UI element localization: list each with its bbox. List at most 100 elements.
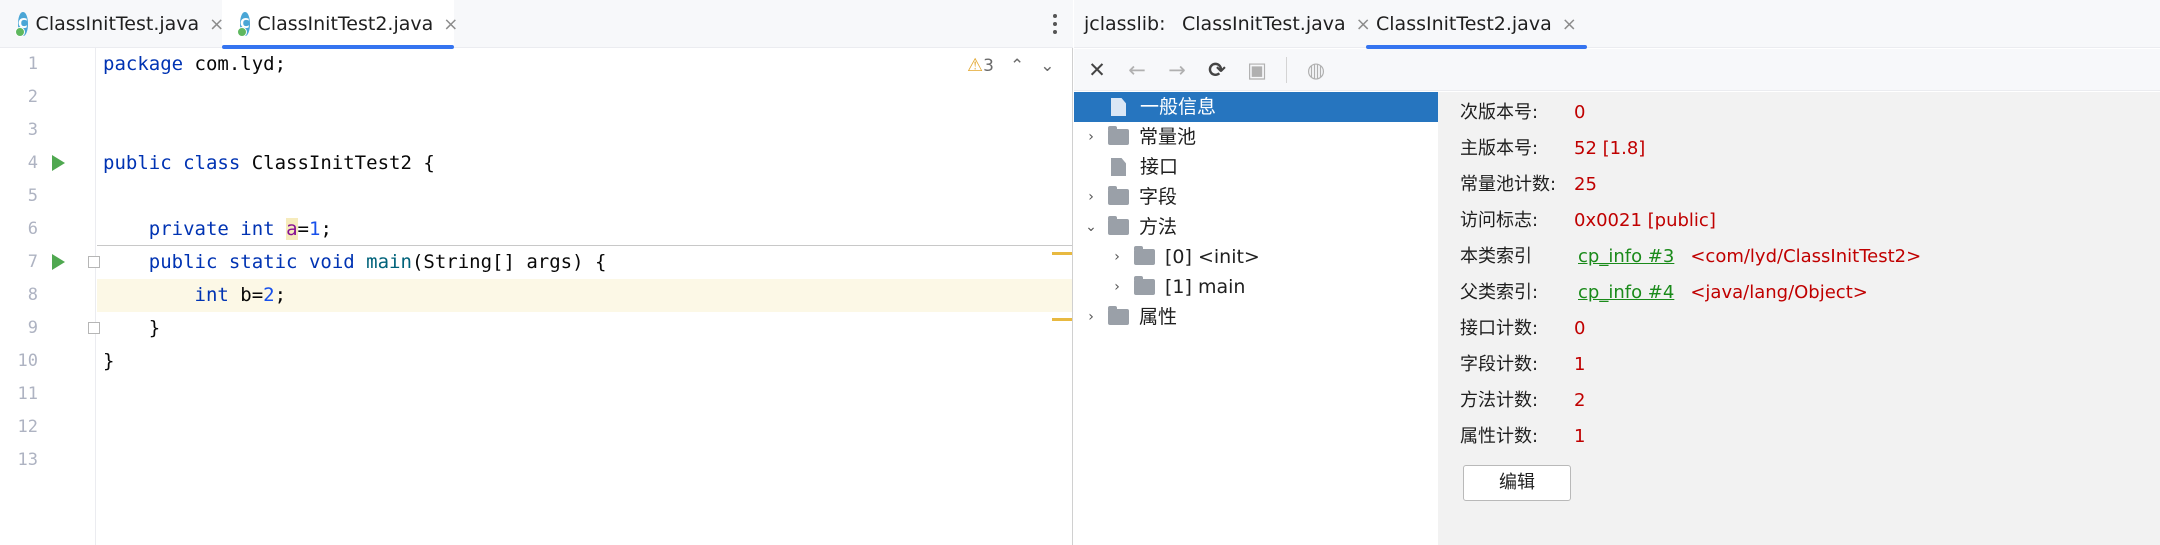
folder-icon	[1108, 126, 1129, 145]
method-name: main	[366, 251, 412, 273]
line-number: 10	[17, 351, 38, 371]
folder-icon	[1108, 186, 1129, 205]
detail-row-methods-count: 方法计数: 2	[1460, 386, 1585, 416]
warning-count: 3	[983, 56, 994, 76]
tab-classinittest2[interactable]: C ClassInitTest2.java ×	[222, 0, 458, 49]
tab-label: ClassInitTest.java	[35, 13, 200, 35]
inspection-widget[interactable]: ⚠3 ⌃ ⌄	[967, 55, 1054, 76]
chevron-down-icon[interactable]: ⌄	[1084, 212, 1098, 242]
class-structure-tree: 一般信息 › 常量池 接口 › 字段 ⌄ 方法 › [0] <init> › […	[1074, 92, 1438, 545]
keyword: void	[308, 251, 355, 273]
code-text: ;	[274, 284, 287, 306]
line-number: 2	[27, 87, 38, 107]
keyword: public	[103, 152, 172, 174]
close-icon[interactable]: ✕	[1086, 58, 1108, 82]
back-arrow-icon[interactable]: ←	[1126, 58, 1148, 82]
detail-row-attributes-count: 属性计数: 1	[1460, 422, 1585, 452]
chevron-right-icon[interactable]: ›	[1084, 302, 1098, 332]
detail-value: 1	[1574, 354, 1586, 375]
tree-item-method-main[interactable]: › [1] main	[1074, 272, 1438, 302]
tab-classinittest[interactable]: C ClassInitTest.java ×	[0, 0, 224, 48]
chevron-right-icon[interactable]: ›	[1084, 182, 1098, 212]
detail-row-access-flags: 访问标志: 0x0021 [public]	[1460, 206, 1716, 236]
line-number: 8	[27, 285, 38, 305]
error-stripe-marker[interactable]	[1052, 252, 1072, 255]
previous-highlight-icon[interactable]: ⌃	[1010, 56, 1024, 76]
code-text: com.lyd;	[183, 53, 287, 75]
tree-item-label: 方法	[1139, 216, 1178, 238]
chevron-right-icon[interactable]: ›	[1110, 272, 1124, 302]
detail-row-minor-version: 次版本号: 0	[1460, 98, 1585, 128]
cp-info-link[interactable]: cp_info #4	[1578, 278, 1674, 308]
next-highlight-icon[interactable]: ⌄	[1040, 56, 1054, 76]
tree-item-interfaces[interactable]: 接口	[1074, 152, 1438, 182]
code-line-7[interactable]: public static void main(String[] args) {	[103, 246, 607, 279]
tree-item-methods[interactable]: ⌄ 方法	[1074, 212, 1438, 242]
run-class-icon[interactable]	[52, 155, 65, 171]
line-number: 7	[27, 252, 38, 272]
tree-item-general-info[interactable]: 一般信息	[1074, 92, 1438, 122]
keyword: class	[183, 152, 241, 174]
editor-tab-bar: C ClassInitTest.java × C ClassInitTest2.…	[0, 0, 1073, 49]
web-globe-icon[interactable]: ◍	[1305, 58, 1327, 82]
detail-row-super-class: 父类索引: cp_info #4 <java/lang/Object>	[1460, 278, 1868, 308]
code-text: ClassInitTest2 {	[240, 152, 435, 174]
error-stripe-marker[interactable]	[1052, 318, 1072, 321]
tree-item-attributes[interactable]: › 属性	[1074, 302, 1438, 332]
code-line-4[interactable]: public class ClassInitTest2 {	[103, 147, 435, 180]
file-icon	[1111, 98, 1126, 116]
keyword: private	[148, 218, 229, 240]
jclasslib-tab-classinittest[interactable]: ClassInitTest.java ×	[1172, 0, 1381, 48]
refresh-icon[interactable]: ⟳	[1206, 58, 1228, 82]
detail-row-fields-count: 字段计数: 1	[1460, 350, 1585, 380]
line-number: 11	[17, 384, 38, 404]
fold-marker-icon[interactable]	[88, 322, 100, 334]
tree-item-constant-pool[interactable]: › 常量池	[1074, 122, 1438, 152]
java-class-icon: C	[15, 12, 28, 37]
edit-button[interactable]: 编辑	[1463, 465, 1571, 501]
code-line-10[interactable]: }	[103, 345, 114, 378]
close-icon[interactable]: ×	[1562, 14, 1577, 35]
forward-arrow-icon[interactable]: →	[1166, 58, 1188, 82]
code-line-9[interactable]: }	[103, 312, 160, 345]
cp-info-link[interactable]: cp_info #3	[1578, 242, 1674, 272]
tree-item-fields[interactable]: › 字段	[1074, 182, 1438, 212]
folder-icon	[1134, 246, 1155, 265]
line-number: 6	[27, 219, 38, 239]
jclasslib-label: jclasslib:	[1084, 13, 1166, 35]
tab-label: ClassInitTest2.java	[257, 13, 434, 35]
jclasslib-tab-classinittest2[interactable]: ClassInitTest2.java ×	[1366, 0, 1587, 49]
file-icon	[1111, 158, 1126, 176]
warning-icon: ⚠	[967, 55, 984, 76]
detail-value: 0	[1574, 102, 1586, 123]
run-main-icon[interactable]	[52, 254, 65, 270]
save-icon[interactable]: ▣	[1246, 58, 1268, 82]
line-number: 9	[27, 318, 38, 338]
code-text: ;	[320, 218, 332, 240]
fold-marker-icon[interactable]	[88, 256, 100, 268]
detail-value: 52 [1.8]	[1574, 138, 1646, 159]
chevron-right-icon[interactable]: ›	[1084, 122, 1098, 152]
line-number: 12	[17, 417, 38, 437]
code-line-8[interactable]: int b=2;	[103, 279, 287, 312]
detail-label: 次版本号:	[1460, 102, 1539, 123]
chevron-right-icon[interactable]: ›	[1110, 242, 1124, 272]
tree-item-label: 常量池	[1139, 126, 1197, 148]
code-line-1[interactable]: package com.lyd;	[103, 48, 286, 81]
java-class-icon: C	[237, 12, 250, 37]
tab-options-menu-icon[interactable]	[1047, 12, 1063, 36]
code-line-6[interactable]: private int a=1;	[103, 213, 332, 246]
jclasslib-pane: jclasslib: ClassInitTest.java × ClassInit…	[1074, 0, 2160, 545]
detail-label: 访问标志:	[1460, 210, 1539, 231]
close-icon[interactable]: ×	[443, 14, 458, 35]
detail-value: 25	[1574, 174, 1597, 195]
toolbar-divider	[1286, 56, 1287, 83]
number-literal: 2	[263, 284, 275, 306]
tree-item-label: [0] <init>	[1165, 246, 1260, 268]
detail-row-constant-pool-count: 常量池计数: 25	[1460, 170, 1597, 200]
keyword: int	[194, 284, 229, 306]
tree-item-method-init[interactable]: › [0] <init>	[1074, 242, 1438, 272]
